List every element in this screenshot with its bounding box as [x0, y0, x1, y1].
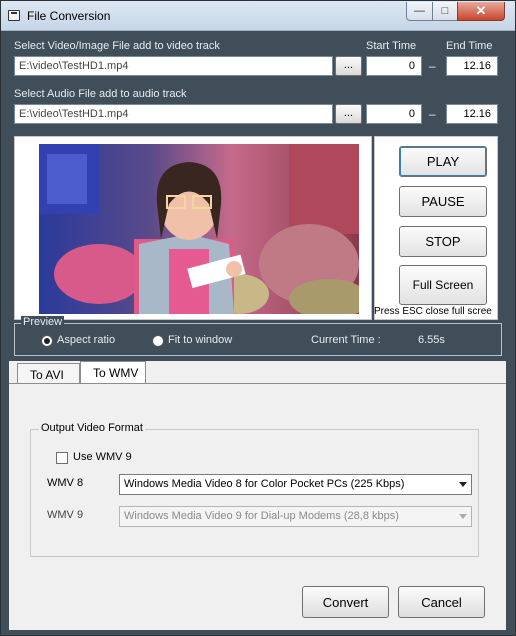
start-time-label: Start Time: [366, 40, 417, 52]
wmv9-label: WMV 9: [47, 509, 84, 521]
full-screen-button[interactable]: Full Screen: [399, 265, 487, 305]
video-end-time-input[interactable]: 12.16: [446, 56, 498, 76]
esc-hint: Press ESC close full scree: [374, 306, 492, 317]
audio-time-separator: –: [429, 107, 436, 121]
tab-panel-wmv: Output Video Format Use WMV 9 WMV 8 Wind…: [10, 384, 505, 574]
client-area: Select Video/Image File add to video tra…: [8, 32, 508, 630]
audio-start-time-input[interactable]: 0: [366, 104, 422, 124]
wmv9-selected-value: Windows Media Video 9 for Dial-up Modems…: [124, 510, 399, 522]
use-wmv9-checkbox[interactable]: [56, 452, 68, 464]
output-video-format-group: Output Video Format Use WMV 9 WMV 8 Wind…: [30, 422, 479, 557]
cancel-button[interactable]: Cancel: [398, 586, 485, 618]
play-button[interactable]: PLAY: [399, 146, 487, 177]
video-start-time-input[interactable]: 0: [366, 56, 422, 76]
chevron-down-icon: [455, 476, 470, 493]
audio-file-path-input[interactable]: E:\video\TestHD1.mp4: [14, 104, 333, 124]
preview-legend: Preview: [21, 316, 65, 328]
output-format-legend: Output Video Format: [39, 422, 145, 434]
tab-strip-divider: [9, 383, 506, 384]
video-preview-panel: [14, 136, 372, 320]
end-time-label: End Time: [446, 40, 493, 52]
aspect-ratio-label: Aspect ratio: [57, 334, 116, 346]
convert-button[interactable]: Convert: [302, 586, 389, 618]
video-frame-image: [39, 144, 359, 314]
player-controls-panel: PLAY PAUSE STOP Full Screen: [374, 136, 498, 320]
wmv9-select[interactable]: Windows Media Video 9 for Dial-up Modems…: [119, 506, 472, 527]
title-bar: File Conversion — □ ✕: [1, 1, 515, 31]
tab-to-avi[interactable]: To AVI: [17, 363, 80, 385]
video-browse-button[interactable]: ...: [335, 56, 362, 76]
audio-track-label: Select Audio File add to audio track: [14, 88, 187, 100]
maximize-button[interactable]: □: [432, 2, 458, 21]
wmv8-select[interactable]: Windows Media Video 8 for Color Pocket P…: [119, 474, 472, 495]
wmv8-selected-value: Windows Media Video 8 for Color Pocket P…: [124, 478, 405, 490]
video-time-separator: –: [429, 59, 436, 73]
current-time-label: Current Time :: [311, 334, 381, 346]
video-track-label: Select Video/Image File add to video tra…: [14, 40, 220, 52]
chevron-down-icon: [455, 508, 470, 525]
current-time-value: 6.55s: [418, 334, 445, 346]
use-wmv9-label: Use WMV 9: [73, 451, 132, 463]
aspect-ratio-radio[interactable]: [41, 335, 53, 347]
file-conversion-window: File Conversion — □ ✕ Select Video/Image…: [0, 0, 516, 636]
minimize-button[interactable]: —: [406, 2, 433, 21]
fit-to-window-label: Fit to window: [168, 334, 233, 346]
window-app-icon: [8, 10, 20, 21]
audio-browse-button[interactable]: ...: [335, 104, 362, 124]
fit-to-window-radio[interactable]: [152, 335, 164, 347]
window-title: File Conversion: [27, 9, 111, 23]
pause-button[interactable]: PAUSE: [399, 186, 487, 217]
close-button[interactable]: ✕: [457, 2, 505, 21]
tab-to-wmv[interactable]: To WMV: [80, 361, 146, 385]
video-file-path-input[interactable]: E:\video\TestHD1.mp4: [14, 56, 333, 76]
video-frame[interactable]: [39, 144, 359, 314]
wmv8-label: WMV 8: [47, 477, 84, 489]
preview-group: Preview Aspect ratio Fit to window Curre…: [14, 316, 502, 356]
audio-end-time-input[interactable]: 12.16: [446, 104, 498, 124]
stop-button[interactable]: STOP: [399, 226, 487, 257]
